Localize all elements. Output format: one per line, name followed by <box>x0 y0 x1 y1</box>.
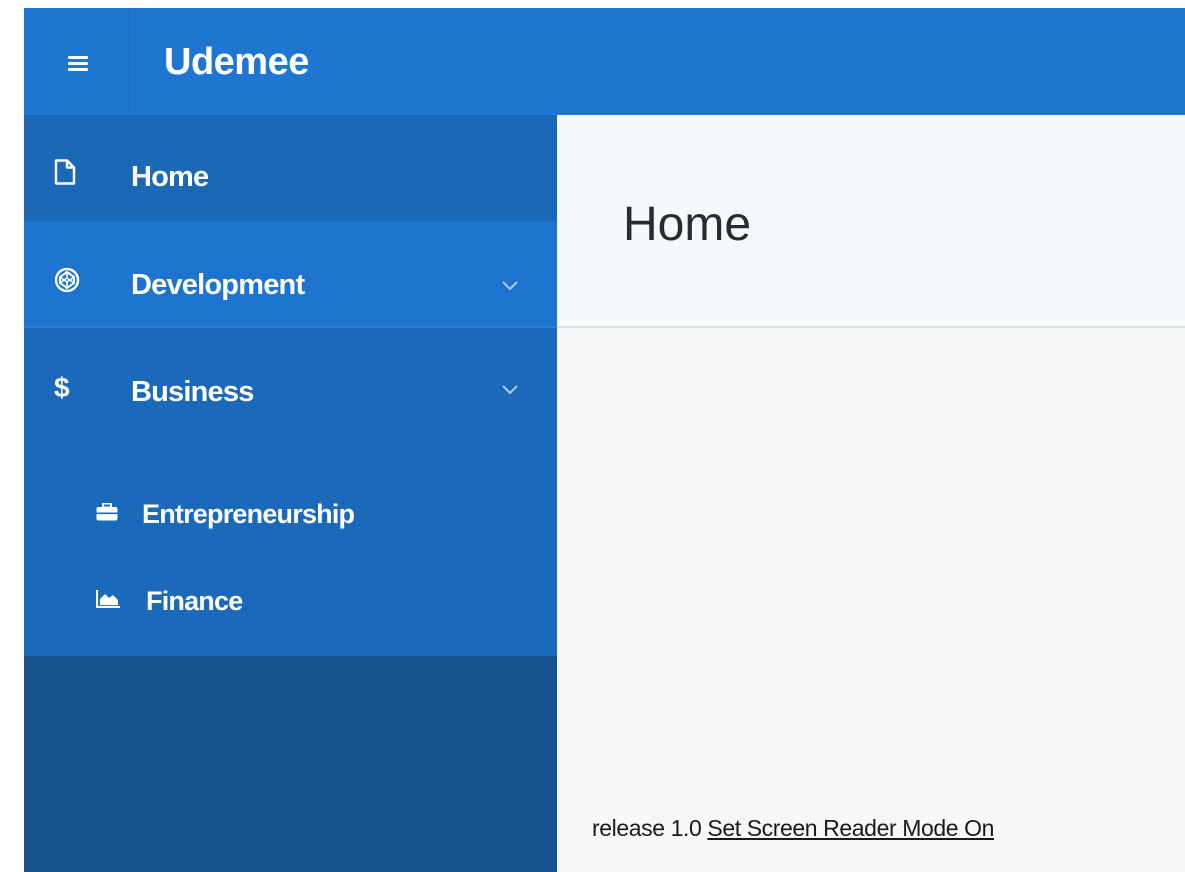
sidebar-nav: Home Development $ Business Entrepreneur… <box>24 115 557 872</box>
sidebar-item-development[interactable]: Development <box>24 222 557 328</box>
screen-reader-mode-link[interactable]: Set Screen Reader Mode On <box>707 815 994 841</box>
briefcase-icon <box>96 502 118 521</box>
chevron-down-icon[interactable] <box>502 382 518 395</box>
sidebar-item-label: Development <box>131 269 305 301</box>
top-bar: Udemee <box>24 8 1185 115</box>
sidebar-subitem-label: Entrepreneurship <box>142 499 355 529</box>
dollar-icon: $ <box>54 372 70 403</box>
sidebar-item-business[interactable]: $ Business Entrepreneurship Finance <box>24 328 557 656</box>
page-header: Home <box>557 115 1185 328</box>
main-content: Home release 1.0 Set Screen Reader Mode … <box>557 115 1185 872</box>
codepen-icon <box>54 267 80 293</box>
page-title: Home <box>623 198 752 251</box>
sidebar-subitem-entrepreneurship[interactable]: Entrepreneurship <box>96 493 396 533</box>
menu-toggle-button[interactable] <box>24 8 130 115</box>
sidebar-item-label: Business <box>131 376 254 408</box>
file-icon <box>54 159 78 185</box>
sidebar-subitem-finance[interactable]: Finance <box>95 580 296 620</box>
area-chart-icon <box>95 590 120 609</box>
footer: release 1.0 Set Screen Reader Mode On <box>592 815 994 842</box>
sidebar-subitem-label: Finance <box>146 586 243 616</box>
sidebar-item-home[interactable]: Home <box>24 115 557 222</box>
sidebar-item-label: Home <box>131 161 209 193</box>
app-title[interactable]: Udemee <box>164 40 309 84</box>
app-window: Udemee Home Development $ Business Entre… <box>24 8 1185 872</box>
hamburger-menu-icon <box>68 56 88 72</box>
release-text: release 1.0 <box>592 815 702 841</box>
chevron-down-icon[interactable] <box>502 278 518 291</box>
